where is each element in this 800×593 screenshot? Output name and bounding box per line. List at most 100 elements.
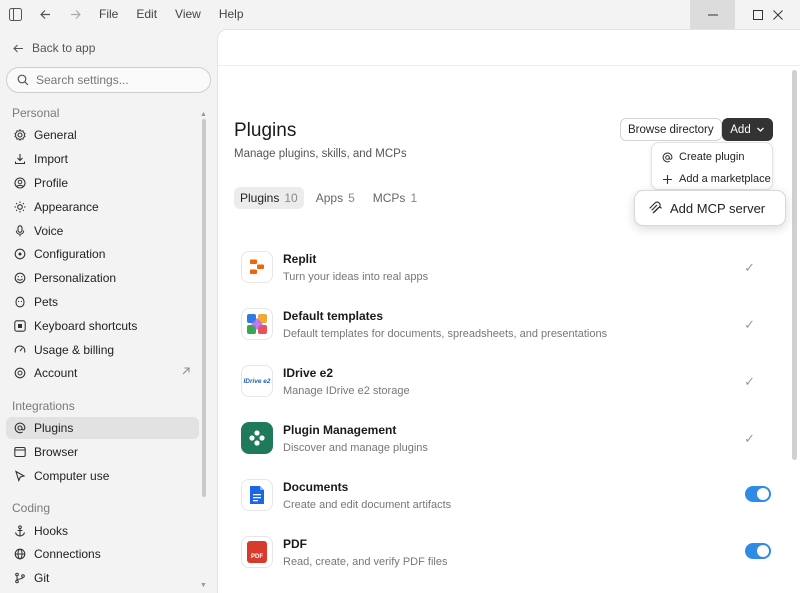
personalization-icon — [14, 272, 26, 284]
sidebar-item-label: General — [34, 128, 77, 142]
templates-logo-icon — [241, 308, 273, 340]
sidebar-item-keyboard-shortcuts[interactable]: Keyboard shortcuts — [6, 315, 199, 337]
sidebar-item-personalization[interactable]: Personalization — [6, 267, 199, 289]
plugin-description: Default templates for documents, spreads… — [283, 328, 608, 340]
arrow-left-icon — [13, 44, 23, 52]
search-settings[interactable] — [6, 67, 211, 93]
sidebar-item-import[interactable]: Import — [6, 148, 199, 170]
plugin-row-replit[interactable]: Replit Turn your ideas into real apps ✓ — [241, 249, 771, 289]
sidebar-item-label: Personalization — [34, 271, 117, 285]
git-branch-icon — [15, 572, 25, 584]
installed-check-icon: ✓ — [744, 431, 755, 446]
sidebar-item-label: Configuration — [34, 247, 106, 261]
idrive-logo-icon: IDrive e2 — [241, 365, 273, 397]
forward-arrow-icon[interactable] — [60, 0, 90, 29]
microphone-icon — [15, 225, 25, 237]
plus-icon — [663, 174, 672, 184]
tab-mcps[interactable]: MCPs 1 — [367, 187, 423, 209]
plugin-description: Read, create, and verify PDF files — [283, 556, 448, 568]
pdf-logo-icon: PDF — [241, 536, 273, 568]
gauge-icon — [14, 345, 26, 353]
main-scrollbar[interactable] — [792, 70, 797, 460]
enabled-toggle[interactable] — [745, 486, 771, 502]
account-icon — [14, 367, 26, 379]
sidebar-item-label: Profile — [34, 176, 69, 190]
sidebar-item-label: Browser — [34, 445, 79, 459]
documents-logo-icon — [241, 479, 273, 511]
plugin-name: Default templates — [283, 309, 384, 323]
back-to-app-link[interactable]: Back to app — [13, 41, 95, 55]
browser-icon — [14, 446, 26, 458]
sidebar-item-label: Connections — [34, 547, 101, 561]
page-subtitle: Manage plugins, skills, and MCPs — [234, 148, 407, 160]
close-button[interactable] — [755, 0, 800, 29]
sidebar-item-label: Voice — [34, 224, 64, 238]
download-icon — [14, 154, 26, 165]
sidebar-item-general[interactable]: General — [6, 124, 199, 146]
scroll-down-arrow-icon[interactable]: ▼ — [200, 582, 207, 589]
tab-apps[interactable]: Apps 5 — [310, 187, 361, 209]
plugin-row-idrive-e2[interactable]: IDrive e2 IDrive e2 Manage IDrive e2 sto… — [241, 363, 771, 403]
add-mcp-server-menu-item[interactable]: Add MCP server — [634, 190, 786, 226]
tab-count: 10 — [284, 191, 298, 205]
add-button[interactable]: Add — [722, 118, 773, 141]
sidebar-item-label: Import — [34, 152, 69, 166]
replit-logo-icon — [241, 251, 273, 283]
sidebar-item-label: Computer use — [34, 469, 110, 483]
create-plugin-menu-item[interactable]: Create plugin — [662, 151, 744, 163]
gear-icon — [14, 129, 26, 141]
back-to-app-label: Back to app — [32, 41, 96, 55]
sidebar-scrollbar[interactable] — [202, 119, 206, 497]
menu-edit[interactable]: Edit — [127, 0, 166, 29]
at-sign-icon — [14, 422, 26, 434]
add-marketplace-menu-item[interactable]: Add a marketplace — [662, 173, 771, 185]
pdf-logo-text: PDF — [251, 554, 263, 560]
sidebar-item-connections[interactable]: Connections — [6, 543, 199, 565]
user-circle-icon — [14, 177, 26, 189]
plugin-description: Discover and manage plugins — [283, 442, 428, 454]
scroll-up-arrow-icon[interactable]: ▲ — [200, 111, 207, 118]
sidebar-item-configuration[interactable]: Configuration — [6, 243, 199, 265]
sidebar-toggle-icon[interactable] — [0, 0, 30, 29]
plugin-row-plugin-management[interactable]: Plugin Management Discover and manage pl… — [241, 420, 771, 460]
sidebar-item-computer-use[interactable]: Computer use — [6, 465, 199, 487]
cursor-icon — [15, 470, 26, 482]
anchor-icon — [14, 525, 26, 537]
sidebar-item-account[interactable]: Account — [6, 362, 199, 384]
plugin-row-pdf[interactable]: PDF PDF Read, create, and verify PDF fil… — [241, 534, 771, 574]
minimize-button[interactable] — [690, 0, 735, 29]
browse-directory-button[interactable]: Browse directory — [620, 118, 722, 141]
sidebar-item-hooks[interactable]: Hooks — [6, 520, 199, 542]
sidebar-item-label: Git — [34, 571, 50, 585]
tab-label: MCPs — [372, 191, 406, 205]
plugins-panel: Plugins Manage plugins, skills, and MCPs… — [217, 29, 800, 593]
tab-plugins[interactable]: Plugins 10 — [234, 187, 304, 209]
menu-view[interactable]: View — [166, 0, 210, 29]
sidebar-item-profile[interactable]: Profile — [6, 172, 199, 194]
plugin-row-documents[interactable]: Documents Create and edit document artif… — [241, 477, 771, 517]
menu-item-label: Create plugin — [679, 151, 745, 163]
enabled-toggle[interactable] — [745, 543, 771, 559]
sidebar-item-appearance[interactable]: Appearance — [6, 196, 199, 218]
sidebar-item-plugins[interactable]: Plugins — [6, 417, 199, 439]
sidebar-item-browser[interactable]: Browser — [6, 441, 199, 463]
sidebar-item-label: Plugins — [34, 421, 74, 435]
menu-help[interactable]: Help — [210, 0, 253, 29]
external-link-icon — [182, 367, 190, 375]
sidebar-item-voice[interactable]: Voice — [6, 220, 199, 242]
menu-file[interactable]: File — [90, 0, 127, 29]
section-coding: Coding — [12, 501, 51, 515]
installed-check-icon: ✓ — [744, 317, 755, 332]
back-arrow-icon[interactable] — [30, 0, 60, 29]
sidebar-item-label: Hooks — [34, 524, 69, 538]
sidebar-item-pets[interactable]: Pets — [6, 291, 199, 313]
tab-count: 5 — [348, 191, 355, 205]
sidebar-item-label: Usage & billing — [34, 343, 115, 357]
add-button-label: Add — [730, 123, 751, 136]
sidebar-item-git[interactable]: Git — [6, 567, 199, 589]
search-input[interactable] — [36, 73, 196, 87]
sun-icon — [14, 201, 26, 213]
menu-item-label: Add MCP server — [670, 200, 766, 216]
sidebar-item-usage-billing[interactable]: Usage & billing — [6, 339, 199, 361]
plugin-row-default-templates[interactable]: Default templates Default templates for … — [241, 306, 771, 346]
